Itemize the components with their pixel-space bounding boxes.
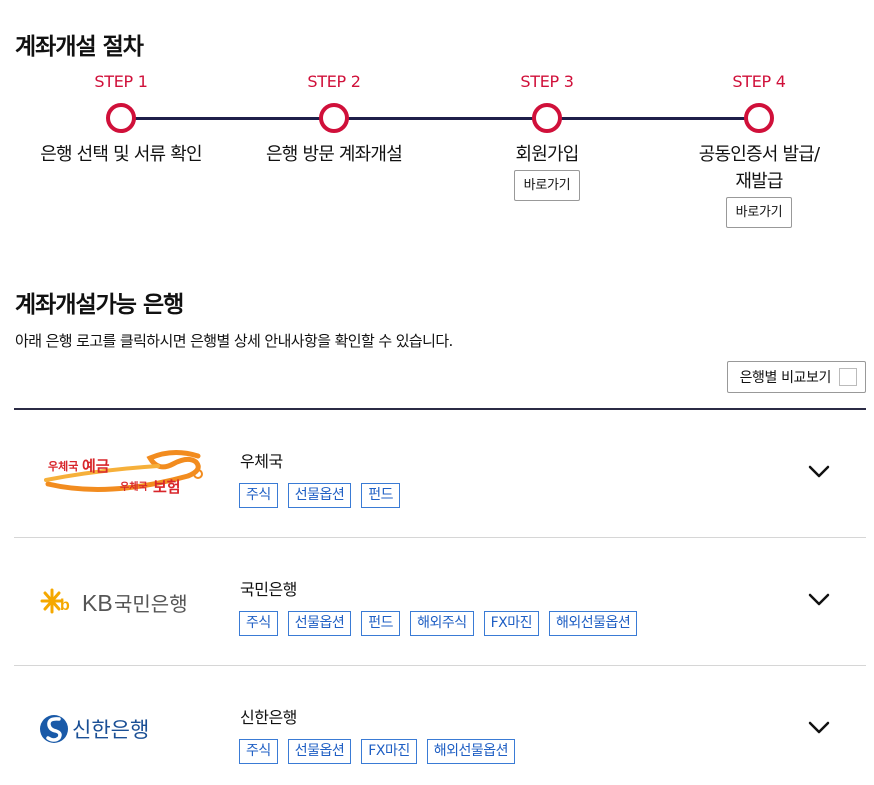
step-dot bbox=[106, 103, 136, 133]
page-title: 계좌개설 절차 bbox=[15, 34, 144, 60]
step-label: 회원가입 bbox=[515, 144, 579, 165]
compare-banks-toggle[interactable]: 은행별 비교보기 bbox=[726, 361, 866, 393]
service-tag: 펀드 bbox=[361, 483, 401, 508]
logo-text: KB bbox=[82, 590, 113, 616]
step-3: STEP 3 회원가입 바로가기 bbox=[437, 70, 657, 201]
logo-text: 우체국 bbox=[120, 480, 148, 493]
bank-item-post-office[interactable]: 우체국 예금 우체국 보험 우체국 주식 선물옵션 펀드 bbox=[14, 410, 866, 538]
bank-item-kb[interactable]: b KB 국민은행 국민은행 주식 선물옵션 펀드 해외주식 FX마진 해외선물… bbox=[14, 538, 866, 666]
service-tag: 해외주식 bbox=[410, 611, 474, 636]
step-number: STEP 4 bbox=[732, 72, 786, 91]
bank-name: 국민은행 bbox=[240, 580, 297, 599]
logo-text: 국민은행 bbox=[114, 592, 188, 616]
step-dot bbox=[532, 103, 562, 133]
service-tag: 해외선물옵션 bbox=[549, 611, 638, 636]
service-tag: 펀드 bbox=[361, 611, 401, 636]
section-title: 계좌개설가능 은행 bbox=[15, 292, 184, 318]
svg-text:b: b bbox=[60, 597, 70, 614]
step-number: STEP 3 bbox=[520, 72, 574, 91]
step-label: 은행 방문 계좌개설 bbox=[266, 144, 403, 165]
compare-checkbox[interactable] bbox=[839, 368, 857, 386]
service-tag: 선물옵션 bbox=[287, 611, 352, 636]
bank-name: 신한은행 bbox=[240, 708, 297, 727]
compare-label: 은행별 비교보기 bbox=[739, 370, 832, 386]
bank-item-shinhan[interactable]: 신한은행 신한은행 주식 선물옵션 FX마진 해외선물옵션 bbox=[14, 666, 866, 785]
step-number: STEP 2 bbox=[307, 72, 361, 91]
service-tag: FX마진 bbox=[361, 739, 417, 764]
kb-logo[interactable]: b KB 국민은행 bbox=[38, 568, 218, 634]
step-2: STEP 2 은행 방문 계좌개설 bbox=[224, 70, 444, 168]
bank-list: 우체국 예금 우체국 보험 우체국 주식 선물옵션 펀드 b KB 국민은행 국… bbox=[14, 408, 866, 785]
service-tag: 주식 bbox=[239, 483, 278, 508]
chevron-down-icon[interactable] bbox=[808, 465, 830, 479]
logo-text: 신한은행 bbox=[72, 718, 149, 742]
step-label: 공동인증서 발급/ 재발급 bbox=[649, 141, 869, 195]
bank-service-tags: 주식 선물옵션 펀드 bbox=[239, 483, 401, 508]
kb-star-icon bbox=[40, 588, 64, 614]
step-dot bbox=[319, 103, 349, 133]
logo-text: 예금 bbox=[82, 458, 110, 475]
service-tag: 주식 bbox=[239, 739, 278, 764]
certificate-shortcut-button[interactable]: 바로가기 bbox=[725, 197, 793, 228]
service-tag: 선물옵션 bbox=[287, 483, 352, 508]
chevron-down-icon[interactable] bbox=[808, 721, 830, 735]
logo-text: 우체국 bbox=[48, 459, 78, 473]
service-tag: 해외선물옵션 bbox=[426, 739, 515, 764]
step-dot bbox=[744, 103, 774, 133]
bank-name: 우체국 bbox=[240, 452, 283, 471]
step-4: STEP 4 공동인증서 발급/ 재발급 바로가기 bbox=[649, 70, 869, 228]
step-label-line2: 재발급 bbox=[735, 171, 783, 192]
step-label: 은행 선택 및 서류 확인 bbox=[40, 144, 202, 165]
bank-service-tags: 주식 선물옵션 펀드 해외주식 FX마진 해외선물옵션 bbox=[239, 611, 638, 636]
section-description: 아래 은행 로고를 클릭하시면 은행별 상세 안내사항을 확인할 수 있습니다. bbox=[15, 332, 453, 350]
step-1: STEP 1 은행 선택 및 서류 확인 bbox=[11, 70, 231, 168]
post-office-logo[interactable]: 우체국 예금 우체국 보험 bbox=[38, 440, 218, 506]
step-label-line1: 공동인증서 발급/ bbox=[698, 144, 820, 165]
signup-shortcut-button[interactable]: 바로가기 bbox=[513, 170, 581, 201]
chevron-down-icon[interactable] bbox=[808, 593, 830, 607]
bank-service-tags: 주식 선물옵션 FX마진 해외선물옵션 bbox=[239, 739, 515, 764]
step-number: STEP 1 bbox=[94, 72, 148, 91]
account-opening-steps: STEP 1 은행 선택 및 서류 확인 STEP 2 은행 방문 계좌개설 S… bbox=[0, 70, 874, 240]
service-tag: FX마진 bbox=[483, 611, 539, 636]
shinhan-logo[interactable]: 신한은행 bbox=[38, 696, 218, 762]
service-tag: 선물옵션 bbox=[287, 739, 352, 764]
service-tag: 주식 bbox=[239, 611, 278, 636]
logo-text: 보험 bbox=[153, 479, 181, 496]
